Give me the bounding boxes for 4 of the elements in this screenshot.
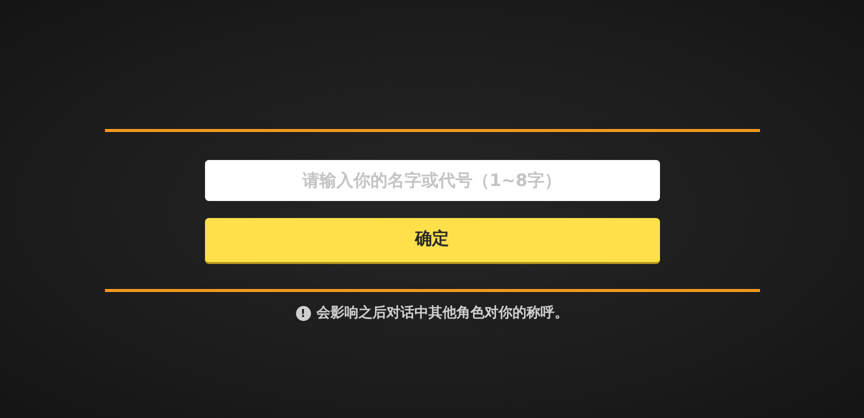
note-text: 会影响之后对话中其他角色对你的称呼。 [316, 304, 568, 323]
name-field[interactable]: 请输入你的名字或代号（1~8字） [204, 160, 660, 201]
warning-icon: ! [296, 306, 310, 321]
confirm-button[interactable]: 确定 [204, 218, 660, 264]
